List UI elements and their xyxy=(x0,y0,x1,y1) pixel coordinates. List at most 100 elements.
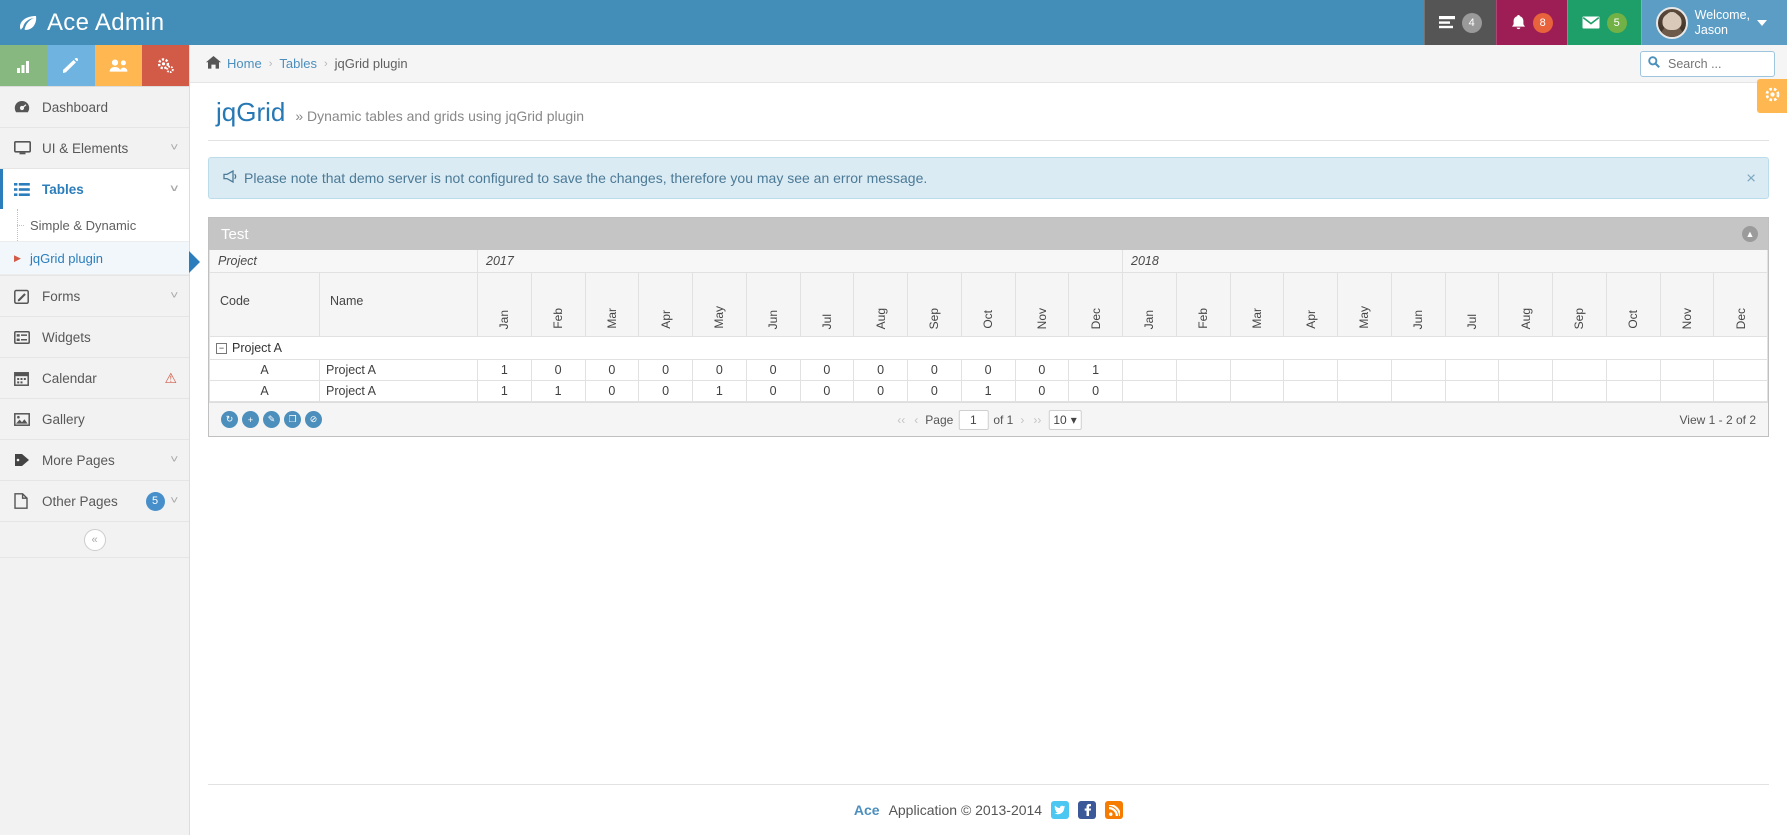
main-content: Home › Tables › jqGrid plugin jqGrid » D… xyxy=(190,45,1787,835)
column-header-month[interactable]: Mar xyxy=(584,272,640,337)
group-collapse-toggle[interactable]: − xyxy=(216,343,227,355)
bar-chart-shortcut[interactable] xyxy=(0,45,48,86)
column-header-month[interactable]: Apr xyxy=(638,272,693,337)
twitter-icon[interactable] xyxy=(1051,801,1070,819)
page-footer: Ace Application © 2013-2014 xyxy=(208,784,1769,835)
chevron-down-icon: ˅ xyxy=(169,142,178,154)
column-header-month[interactable]: Sep xyxy=(1552,272,1607,337)
chevron-down-icon: ˅ xyxy=(169,290,178,302)
page-subtitle: » Dynamic tables and grids using jqGrid … xyxy=(295,108,585,124)
edit-shortcut[interactable] xyxy=(47,45,95,86)
prev-page-button[interactable]: ‹ xyxy=(912,413,920,427)
sidebar-item-forms[interactable]: Forms ˅ xyxy=(0,276,189,316)
group-row[interactable]: − Project A xyxy=(209,336,1768,360)
column-header-month[interactable]: May xyxy=(692,272,747,337)
page-input[interactable] xyxy=(958,409,989,430)
top-navbar: Ace Admin 4 8 5 Welcome, Jason xyxy=(0,0,1787,45)
cell-month: 0 xyxy=(1068,380,1123,402)
facebook-icon[interactable] xyxy=(1078,801,1097,819)
sidebar-item-gallery[interactable]: Gallery xyxy=(0,399,189,439)
chevron-down-icon: ▾ xyxy=(1070,412,1077,427)
column-header-month[interactable]: Dec xyxy=(1713,272,1768,337)
column-header-row: Code Name Jan Feb Mar Apr May Jun Jul Au… xyxy=(209,272,1768,337)
notifications-button[interactable]: 8 xyxy=(1495,0,1567,45)
add-button[interactable]: + xyxy=(242,411,259,428)
desktop-icon xyxy=(14,141,36,155)
sidebar-item-dashboard[interactable]: Dashboard xyxy=(0,87,189,127)
column-header-month[interactable]: Feb xyxy=(1175,272,1231,337)
cell-month xyxy=(1713,359,1768,381)
refresh-button[interactable]: ↻ xyxy=(221,411,238,428)
column-header-month[interactable]: Nov xyxy=(1659,272,1715,337)
column-header-month[interactable]: Sep xyxy=(907,272,962,337)
column-header-code[interactable]: Code xyxy=(209,272,320,337)
sidebar-item-widgets[interactable]: Widgets xyxy=(0,317,189,357)
column-header-month[interactable]: Jan xyxy=(477,272,532,337)
column-header-month[interactable]: Jun xyxy=(1390,272,1446,337)
sidebar-item-tables[interactable]: Tables ˅ xyxy=(0,169,189,209)
column-header-month[interactable]: Oct xyxy=(1605,272,1661,337)
sidebar-collapse-button[interactable]: « xyxy=(83,528,106,551)
sidebar-item-simple-dynamic[interactable]: Simple & Dynamic xyxy=(0,209,189,241)
next-page-button[interactable]: › xyxy=(1018,413,1026,427)
cell-month: 1 xyxy=(692,380,747,402)
column-header-month[interactable]: May xyxy=(1337,272,1392,337)
table-row[interactable]: A Project A 1 1 0 0 1 0 0 0 0 1 0 0 xyxy=(209,380,1768,402)
column-header-month[interactable]: Aug xyxy=(853,272,908,337)
sidebar-item-jqgrid-plugin[interactable]: ▶ jqGrid plugin xyxy=(0,242,200,274)
sidebar-item-tables-li: Tables ˅ Simple & Dynamic ▶ jqGrid plugi… xyxy=(0,169,200,276)
rows-per-page-value: 10 xyxy=(1053,412,1067,427)
sidebar-menu: Dashboard UI & Elements ˅ Tables ˅ Simpl… xyxy=(0,87,200,522)
search-box[interactable] xyxy=(1640,50,1775,77)
column-header-month[interactable]: Apr xyxy=(1283,272,1338,337)
column-header-month[interactable]: Jan xyxy=(1122,272,1177,337)
rows-per-page-select[interactable]: 10 ▾ xyxy=(1048,409,1082,430)
breadcrumb-current: jqGrid plugin xyxy=(334,56,408,71)
cell-month: 0 xyxy=(853,380,908,402)
chevron-up-icon[interactable]: ▲ xyxy=(1742,226,1758,242)
active-arrow-indicator xyxy=(189,251,200,273)
column-header-month[interactable]: Aug xyxy=(1498,272,1553,337)
tasks-button[interactable]: 4 xyxy=(1423,0,1496,45)
column-header-name[interactable]: Name xyxy=(319,272,478,337)
column-header-month[interactable]: Jul xyxy=(799,272,855,337)
column-header-month[interactable]: Feb xyxy=(530,272,586,337)
column-header-month[interactable]: Jul xyxy=(1444,272,1500,337)
search-input[interactable] xyxy=(1666,55,1767,72)
first-page-button[interactable]: ‹‹ xyxy=(895,413,907,427)
sidebar-item-label: More Pages xyxy=(42,452,115,468)
breadcrumb-home[interactable]: Home xyxy=(227,56,262,71)
table-row[interactable]: A Project A 1 0 0 0 0 0 0 0 0 0 0 1 xyxy=(209,359,1768,381)
last-page-button[interactable]: ›› xyxy=(1031,413,1043,427)
column-header-month[interactable]: Dec xyxy=(1068,272,1123,337)
edit-button[interactable]: ✎ xyxy=(263,411,280,428)
cell-month xyxy=(1444,359,1500,381)
column-header-month[interactable]: Oct xyxy=(960,272,1016,337)
close-icon[interactable]: × xyxy=(1746,170,1756,187)
sidebar-item-calendar[interactable]: Calendar ⚠ xyxy=(0,358,189,398)
rss-icon[interactable] xyxy=(1105,801,1124,819)
cell-month xyxy=(1552,359,1607,381)
page-wrapper: Dashboard UI & Elements ˅ Tables ˅ Simpl… xyxy=(0,45,1787,835)
tasks-icon xyxy=(1438,15,1455,30)
breadcrumb: Home › Tables › jqGrid plugin xyxy=(190,45,1787,83)
brand[interactable]: Ace Admin xyxy=(0,0,190,45)
user-menu-button[interactable]: Welcome, Jason xyxy=(1640,0,1787,45)
messages-button[interactable]: 5 xyxy=(1566,0,1641,45)
sidebar-item-ui-elements[interactable]: UI & Elements ˅ xyxy=(0,128,189,168)
column-header-month[interactable]: Jun xyxy=(745,272,801,337)
column-header-month[interactable]: Mar xyxy=(1229,272,1285,337)
page-label: Page xyxy=(925,412,954,427)
users-shortcut[interactable] xyxy=(94,45,142,86)
column-header-month[interactable]: Nov xyxy=(1014,272,1070,337)
cell-month: 1 xyxy=(477,380,532,402)
sidebar-item-more-pages[interactable]: More Pages ˅ xyxy=(0,440,189,480)
copy-button[interactable]: ❐ xyxy=(284,411,301,428)
sidebar-item-ui-elements-li: UI & Elements ˅ xyxy=(0,128,189,169)
settings-toggle-button[interactable] xyxy=(1757,79,1787,113)
sidebar-item-other-pages[interactable]: Other Pages 5 ˅ xyxy=(0,481,189,521)
breadcrumb-tables[interactable]: Tables xyxy=(279,56,317,71)
cogs-shortcut[interactable] xyxy=(141,45,189,86)
jqgrid-head: Project 2017 2018 Code Name Jan Feb Mar … xyxy=(209,250,1768,337)
delete-button[interactable]: ⊘ xyxy=(305,411,322,428)
